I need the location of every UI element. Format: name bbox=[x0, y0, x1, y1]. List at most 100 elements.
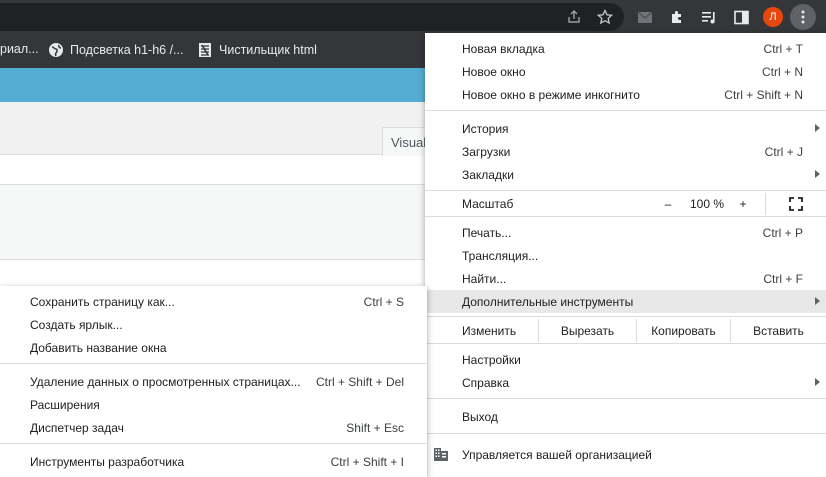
chrome-main-menu: Новая вкладка Ctrl + T Новое окно Ctrl +… bbox=[425, 33, 826, 477]
menu-item-label: Добавить название окна bbox=[30, 340, 167, 355]
menu-item-zoom: Масштаб – 100 % + bbox=[425, 193, 826, 215]
profile-button[interactable]: Л bbox=[761, 5, 785, 29]
menu-item-managed[interactable]: Управляется вашей организацией bbox=[425, 443, 826, 466]
menu-item-edit: Изменить Вырезать Копировать Вставить bbox=[425, 319, 826, 342]
submenu-arrow-icon bbox=[815, 124, 820, 132]
menu-item-label: Дополнительные инструменты bbox=[462, 294, 634, 309]
menu-item-label: Изменить bbox=[462, 323, 517, 338]
menu-item-settings[interactable]: Настройки bbox=[425, 348, 826, 371]
menu-item-incognito[interactable]: Новое окно в режиме инкогнито Ctrl + Shi… bbox=[425, 83, 826, 106]
menu-divider bbox=[425, 398, 826, 399]
menu-divider bbox=[425, 316, 826, 317]
menu-item-label: Инструменты разработчика bbox=[30, 454, 185, 469]
menu-item-shortcut: Ctrl + N bbox=[761, 64, 803, 79]
fullscreen-button[interactable] bbox=[765, 193, 826, 215]
menu-item-shortcut: Shift + Esc bbox=[346, 420, 404, 435]
menu-item-shortcut: Ctrl + Shift + Del bbox=[315, 374, 404, 389]
globe-icon bbox=[49, 43, 63, 57]
chrome-menu-button[interactable] bbox=[790, 4, 816, 30]
copy-button[interactable]: Копировать bbox=[636, 319, 730, 342]
menu-item-label: Удаление данных о просмотренных страница… bbox=[30, 374, 301, 389]
menu-divider bbox=[425, 190, 826, 191]
submenu-item-extensions[interactable]: Расширения bbox=[0, 393, 427, 416]
zoom-out-button[interactable]: – bbox=[653, 193, 683, 215]
submenu-item-create-shortcut[interactable]: Создать ярлык... bbox=[0, 313, 427, 336]
menu-item-label: Выход bbox=[462, 409, 498, 424]
submenu-arrow-icon bbox=[815, 170, 820, 178]
menu-item-label: Закладки bbox=[462, 167, 514, 182]
menu-item-new-tab[interactable]: Новая вкладка Ctrl + T bbox=[425, 37, 826, 60]
menu-item-label: Новая вкладка bbox=[462, 41, 545, 56]
menu-item-shortcut: Ctrl + T bbox=[763, 41, 803, 56]
menu-item-more-tools[interactable]: Дополнительные инструменты bbox=[425, 290, 826, 313]
bookmark-item[interactable]: риал... bbox=[0, 42, 39, 56]
menu-divider bbox=[0, 363, 427, 364]
menu-item-shortcut: Ctrl + S bbox=[363, 294, 404, 309]
menu-item-help[interactable]: Справка bbox=[425, 371, 826, 394]
menu-item-label: Трансляция... bbox=[462, 248, 539, 263]
menu-item-shortcut: Ctrl + J bbox=[764, 144, 803, 159]
zoom-in-button[interactable]: + bbox=[731, 193, 755, 215]
submenu-item-task-manager[interactable]: Диспетчер задач Shift + Esc bbox=[0, 416, 427, 439]
browser-toolbar: Л bbox=[0, 0, 826, 33]
menu-item-label: История bbox=[462, 121, 509, 136]
bookmark-item[interactable]: Чистильщик html bbox=[197, 42, 317, 58]
mail-icon[interactable] bbox=[633, 5, 657, 29]
paste-button[interactable]: Вставить bbox=[730, 319, 826, 342]
zoom-level: 100 % bbox=[689, 197, 725, 211]
address-bar[interactable] bbox=[0, 3, 624, 31]
menu-divider bbox=[425, 216, 826, 217]
menu-item-label: Печать... bbox=[462, 225, 512, 240]
menu-item-exit[interactable]: Выход bbox=[425, 405, 826, 428]
side-panel-icon[interactable] bbox=[729, 5, 753, 29]
more-tools-submenu: Сохранить страницу как... Ctrl + S Созда… bbox=[0, 286, 427, 477]
menu-item-label: Настройки bbox=[462, 352, 521, 367]
extensions-puzzle-icon[interactable] bbox=[665, 5, 689, 29]
submenu-arrow-icon bbox=[815, 378, 820, 386]
menu-item-label: Найти... bbox=[462, 271, 507, 286]
menu-item-new-window[interactable]: Новое окно Ctrl + N bbox=[425, 60, 826, 83]
menu-item-history[interactable]: История bbox=[425, 117, 826, 140]
submenu-item-name-window[interactable]: Добавить название окна bbox=[0, 336, 427, 359]
menu-item-label: Загрузки bbox=[462, 144, 511, 159]
menu-item-label: Создать ярлык... bbox=[30, 317, 123, 332]
menu-divider bbox=[425, 433, 826, 434]
menu-item-shortcut: Ctrl + P bbox=[762, 225, 803, 240]
menu-item-label: Масштаб bbox=[462, 197, 514, 211]
bookmark-label: Подсветка h1-h6 /... bbox=[70, 43, 184, 57]
menu-item-label: Новое окно bbox=[462, 64, 526, 79]
menu-item-label: Управляется вашей организацией bbox=[462, 447, 652, 462]
more-vert-icon bbox=[801, 10, 805, 24]
menu-item-label: Диспетчер задач bbox=[30, 420, 124, 435]
menu-item-label: Расширения bbox=[30, 397, 100, 412]
menu-item-label: Новое окно в режиме инкогнито bbox=[462, 87, 640, 102]
cut-button[interactable]: Вырезать bbox=[538, 319, 636, 342]
fullscreen-icon bbox=[789, 197, 803, 211]
menu-item-print[interactable]: Печать... Ctrl + P bbox=[425, 221, 826, 244]
menu-item-cast[interactable]: Трансляция... bbox=[425, 244, 826, 267]
avatar: Л bbox=[763, 7, 783, 27]
submenu-arrow-icon bbox=[815, 297, 820, 305]
share-icon[interactable] bbox=[562, 5, 586, 29]
menu-item-label: Сохранить страницу как... bbox=[30, 294, 175, 309]
star-bookmark-icon[interactable] bbox=[593, 5, 617, 29]
cleaner-icon bbox=[199, 43, 211, 57]
menu-item-find[interactable]: Найти... Ctrl + F bbox=[425, 267, 826, 290]
menu-item-shortcut: Ctrl + F bbox=[763, 271, 803, 286]
bookmark-label: риал... bbox=[0, 42, 39, 56]
menu-item-bookmarks[interactable]: Закладки bbox=[425, 163, 826, 186]
menu-item-shortcut: Ctrl + Shift + I bbox=[330, 454, 404, 469]
menu-item-shortcut: Ctrl + Shift + N bbox=[724, 87, 803, 102]
menu-item-downloads[interactable]: Загрузки Ctrl + J bbox=[425, 140, 826, 163]
submenu-item-dev-tools[interactable]: Инструменты разработчика Ctrl + Shift + … bbox=[0, 450, 427, 473]
menu-divider bbox=[0, 443, 427, 444]
building-icon bbox=[434, 448, 448, 461]
media-control-icon[interactable] bbox=[697, 5, 721, 29]
bookmark-item[interactable]: Подсветка h1-h6 /... bbox=[48, 42, 183, 58]
menu-item-label: Справка bbox=[462, 375, 510, 390]
submenu-item-save-page[interactable]: Сохранить страницу как... Ctrl + S bbox=[0, 290, 427, 313]
bookmark-label: Чистильщик html bbox=[219, 43, 317, 57]
menu-divider bbox=[425, 110, 826, 111]
submenu-item-clear-data[interactable]: Удаление данных о просмотренных страница… bbox=[0, 370, 427, 393]
menu-divider bbox=[425, 343, 826, 344]
